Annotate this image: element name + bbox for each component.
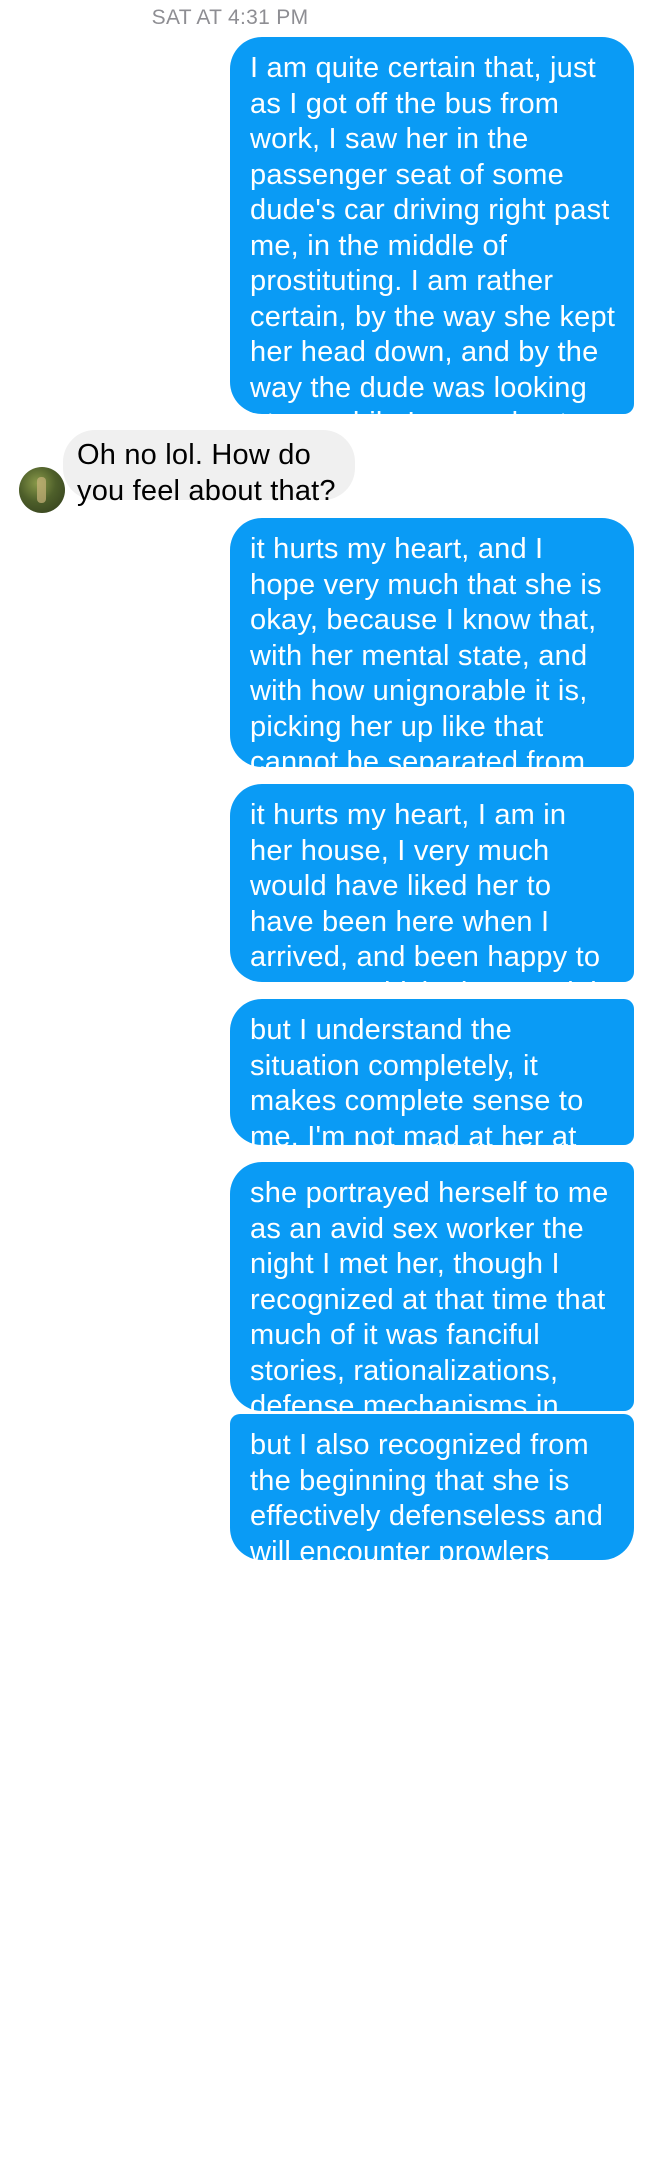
incoming-message-bubble[interactable]: Oh no lol. How do you feel about that? (63, 430, 355, 507)
outgoing-message-bubble[interactable]: it hurts my heart, I am in her house, I … (230, 784, 634, 1044)
outgoing-message-bubble[interactable]: I am quite certain that, just as I got o… (230, 37, 634, 510)
contact-avatar[interactable] (19, 467, 65, 513)
outgoing-message-bubble[interactable]: it hurts my heart, and I hope very much … (230, 518, 634, 814)
outgoing-message-bubble[interactable]: but I understand the situation completel… (230, 999, 634, 1188)
outgoing-message-bubble[interactable]: but I also recognized from the beginning… (230, 1414, 634, 1568)
conversation-timestamp: SAT AT 4:31 PM (151, 6, 309, 29)
outgoing-message-bubble[interactable]: she portrayed herself to me as an avid s… (230, 1162, 634, 1458)
